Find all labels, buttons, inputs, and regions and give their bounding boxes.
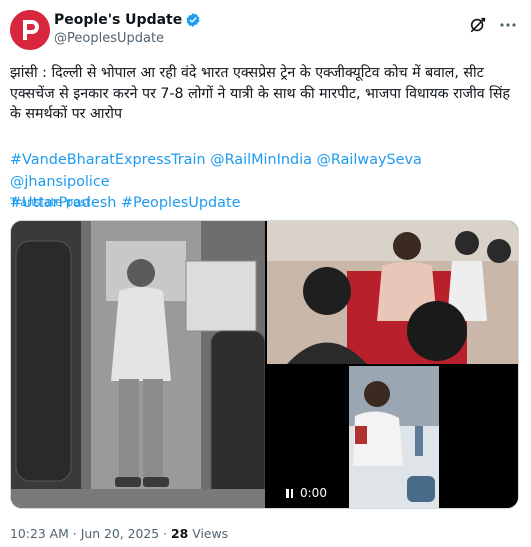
author-name-row: People's Update (54, 12, 201, 28)
grok-icon[interactable] (469, 16, 487, 34)
peoples-update-logo-icon (10, 10, 50, 50)
verified-badge-icon (186, 13, 200, 27)
video-timestamp: 0:00 (300, 486, 327, 500)
meta-separator: · (163, 526, 168, 541)
mention-link[interactable]: @RailwaySeva (317, 152, 422, 168)
train-aisle-image (11, 221, 265, 508)
passengers-photo[interactable] (267, 221, 518, 364)
passengers-image (267, 221, 518, 364)
translate-post-link[interactable]: Translate post (10, 195, 91, 209)
avatar[interactable] (10, 10, 50, 50)
video-play-badge[interactable]: 0:00 (278, 481, 330, 505)
train-aisle-photo[interactable] (11, 221, 265, 508)
media-grid: 0:00 (10, 220, 519, 509)
pause-icon (286, 488, 293, 498)
author-handle[interactable]: @PeoplesUpdate (54, 31, 164, 46)
post-header: People's Update @PeoplesUpdate (10, 10, 521, 50)
more-options-icon[interactable] (499, 18, 517, 32)
mention-link[interactable]: @RailMinIndia (210, 152, 312, 168)
author-display-name[interactable]: People's Update (54, 12, 182, 28)
post-time[interactable]: 10:23 AM (10, 526, 69, 541)
views-count: 28 (171, 526, 189, 541)
meta-separator: · (72, 526, 77, 541)
post-date[interactable]: Jun 20, 2025 (81, 526, 159, 541)
hashtag-link[interactable]: #PeoplesUpdate (121, 195, 240, 211)
mention-link[interactable]: @jhansipolice (10, 174, 110, 190)
post-meta: 10:23 AM · Jun 20, 2025 · 28 Views (10, 526, 228, 541)
post-text: झांसी : दिल्ली से भोपाल आ रही वंदे भारत … (10, 65, 510, 122)
hashtag-link[interactable]: #VandeBharatExpressTrain (10, 152, 206, 168)
views-label: Views (192, 526, 229, 541)
video-thumbnail[interactable]: 0:00 (267, 366, 518, 508)
